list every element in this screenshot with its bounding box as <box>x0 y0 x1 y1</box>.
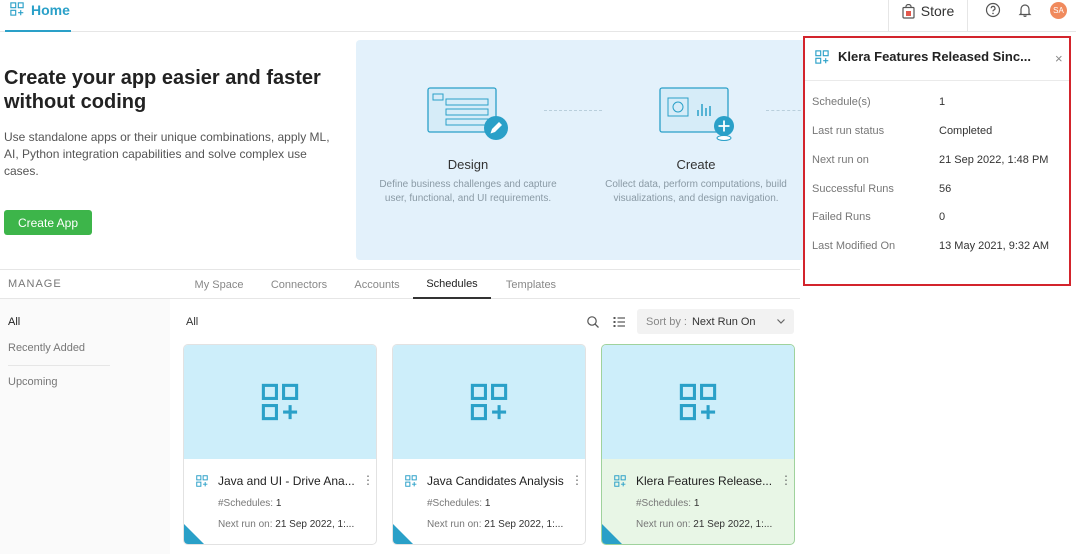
create-app-button[interactable]: Create App <box>4 210 92 235</box>
edit-corner-icon[interactable] <box>602 524 622 544</box>
create-illustration-icon <box>659 87 734 141</box>
detail-row-successful-runs: Successful Runs 56 <box>812 183 952 195</box>
filter-label: All <box>186 316 199 328</box>
apps-icon <box>614 475 626 487</box>
card-next-run: Next run on: 21 Sep 2022, 1:... <box>636 519 773 530</box>
hero-description: Use standalone apps or their unique comb… <box>4 130 330 178</box>
more-options-icon[interactable]: ⋮ <box>780 473 792 487</box>
card-thumbnail <box>602 345 794 459</box>
card-thumbnail <box>184 345 376 459</box>
card-schedules: #Schedules: 1 <box>636 498 700 509</box>
tab-accounts[interactable]: Accounts <box>346 270 408 299</box>
help-icon[interactable] <box>985 2 1001 18</box>
apps-icon <box>470 383 508 421</box>
apps-icon <box>405 475 417 487</box>
tab-templates[interactable]: Templates <box>497 270 565 299</box>
detail-title: Klera Features Released Sinc... <box>838 49 1031 64</box>
apps-icon <box>261 383 299 421</box>
home-tab-label: Home <box>31 2 70 18</box>
design-illustration-icon <box>427 87 508 140</box>
card-next-run: Next run on: 21 Sep 2022, 1:... <box>218 519 355 530</box>
list-view-icon[interactable] <box>612 315 626 329</box>
create-step: Create Collect data, perform computation… <box>596 86 796 206</box>
hero-illustration-panel: Design Define business challenges and ca… <box>356 40 806 260</box>
home-tab[interactable]: Home <box>5 0 71 32</box>
create-step-title: Create <box>676 157 716 172</box>
app-card[interactable]: Java Candidates Analysis ⋮ #Schedules: 1… <box>392 344 586 545</box>
sort-label: Sort by : <box>646 315 687 328</box>
design-step-desc: Define business challenges and capture u… <box>379 179 557 204</box>
store-button[interactable]: Store <box>888 0 968 32</box>
card-title[interactable]: Klera Features Release... <box>636 474 776 488</box>
apps-icon <box>679 383 717 421</box>
design-step-title: Design <box>447 157 489 172</box>
detail-row-last-modified: Last Modified On 13 May 2021, 9:32 AM <box>812 240 1050 252</box>
card-title[interactable]: Java Candidates Analysis <box>427 474 567 488</box>
chevron-down-icon <box>777 319 785 324</box>
card-schedules: #Schedules: 1 <box>218 498 282 509</box>
bell-icon[interactable] <box>1017 2 1033 18</box>
manage-bar: MANAGE My Space Connectors Accounts Sche… <box>0 269 800 299</box>
edit-corner-icon[interactable] <box>393 524 413 544</box>
search-icon[interactable] <box>586 315 600 329</box>
tab-schedules[interactable]: Schedules <box>413 270 491 299</box>
left-nav <box>0 299 170 554</box>
store-label: Store <box>920 3 955 19</box>
create-step-desc: Collect data, perform computations, buil… <box>605 179 787 204</box>
schedule-detail-panel: Klera Features Released Sinc... × Schedu… <box>803 36 1071 286</box>
sort-value: Next Run On <box>691 315 756 328</box>
detail-row-next-run: Next run on 21 Sep 2022, 1:48 PM <box>812 154 1049 166</box>
close-icon[interactable]: × <box>1055 51 1063 66</box>
nav-item-all[interactable]: All <box>8 316 20 328</box>
more-options-icon[interactable]: ⋮ <box>571 473 583 487</box>
hero-title: Create your app easier and faster withou… <box>4 67 321 113</box>
nav-item-recently-added[interactable]: Recently Added <box>8 342 85 354</box>
card-thumbnail <box>393 345 585 459</box>
sort-dropdown[interactable]: Sort by : Next Run On <box>637 309 794 334</box>
more-options-icon[interactable]: ⋮ <box>362 473 374 487</box>
nav-item-upcoming[interactable]: Upcoming <box>8 376 58 388</box>
design-step: Design Define business challenges and ca… <box>368 86 568 206</box>
detail-header: Klera Features Released Sinc... × <box>805 38 1069 81</box>
app-card-selected[interactable]: Klera Features Release... ⋮ #Schedules: … <box>601 344 795 545</box>
manage-label: MANAGE <box>8 278 62 290</box>
store-bag-icon <box>902 3 915 19</box>
avatar[interactable]: SA <box>1050 2 1067 19</box>
apps-icon <box>815 50 829 64</box>
detail-row-failed-runs: Failed Runs 0 <box>812 211 946 223</box>
app-card[interactable]: Java and UI - Drive Ana... ⋮ #Schedules:… <box>183 344 377 545</box>
step-connector <box>766 110 806 111</box>
card-next-run: Next run on: 21 Sep 2022, 1:... <box>427 519 564 530</box>
card-schedules: #Schedules: 1 <box>427 498 491 509</box>
apps-icon <box>10 2 24 16</box>
tab-my-space[interactable]: My Space <box>186 270 252 299</box>
tab-connectors[interactable]: Connectors <box>262 270 336 299</box>
nav-divider <box>8 365 110 366</box>
step-connector <box>544 110 602 111</box>
top-bar: Home Store SA <box>0 0 1076 32</box>
apps-icon <box>196 475 208 487</box>
detail-row-schedules: Schedule(s) 1 <box>812 96 946 108</box>
edit-corner-icon[interactable] <box>184 524 204 544</box>
detail-row-last-run-status: Last run status Completed <box>812 125 993 137</box>
card-title[interactable]: Java and UI - Drive Ana... <box>218 474 358 488</box>
